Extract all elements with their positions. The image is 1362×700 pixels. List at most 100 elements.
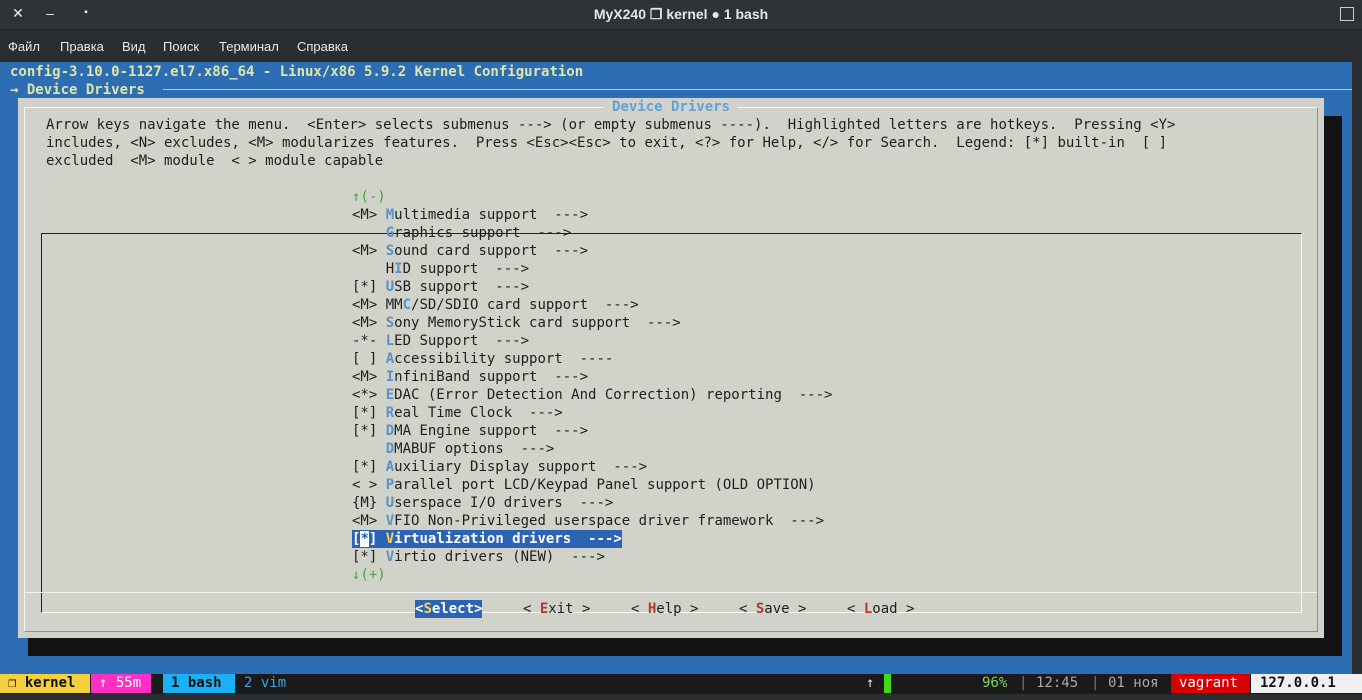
uptime: ↑ 55m <box>91 674 151 693</box>
menu-item[interactable]: DMABUF options ---> <box>352 440 555 458</box>
header-divider <box>163 89 1352 90</box>
item-hotkey: E <box>385 387 395 403</box>
separator: | <box>1019 675 1028 691</box>
menubar: Файл Правка Вид Поиск Терминал Справка <box>0 36 1362 58</box>
item-prefix: <M> <box>352 243 386 259</box>
terminal-scrollbar[interactable] <box>1352 62 1362 674</box>
maximize-icon[interactable] <box>1340 7 1354 21</box>
item-prefix: [*] <box>352 423 386 439</box>
menu-item[interactable]: [*] DMA Engine support ---> <box>352 422 588 440</box>
help-text-line: excluded <M> module < > module capable <box>46 153 384 169</box>
menu-help[interactable]: Справка <box>297 39 348 54</box>
battery-percent: 96% <box>982 675 1008 691</box>
window-tab-vim[interactable]: 2 vim <box>244 674 286 693</box>
item-hotkey: U <box>385 495 395 511</box>
item-prefix: -*- <box>352 333 386 349</box>
item-hotkey: D <box>385 423 395 439</box>
menu-edit[interactable]: Правка <box>60 39 104 54</box>
menu-item[interactable]: <M> Sony MemoryStick card support ---> <box>352 314 681 332</box>
menu-item[interactable]: [*] Real Time Clock ---> <box>352 404 563 422</box>
button-pre: < <box>739 601 756 617</box>
hostname: 127.0.0.1 <box>1251 674 1362 693</box>
item-prefix: [*] <box>352 459 386 475</box>
config-header: config-3.10.0-1127.el7.x86_64 - Linux/x8… <box>10 64 584 80</box>
breadcrumb: → Device Drivers <box>10 82 145 98</box>
item-hotkey: S <box>385 315 395 331</box>
button-post: elect> <box>431 601 483 617</box>
button-post: elp > <box>656 601 699 617</box>
menu-item[interactable]: -*- LED Support ---> <box>352 332 529 350</box>
separator: | <box>1091 675 1100 691</box>
window-tab-active[interactable]: 1 bash <box>163 674 235 693</box>
date: 01 ноя <box>1108 675 1159 691</box>
menu-item[interactable]: [*] USB support ---> <box>352 278 529 296</box>
button-hotkey: S <box>423 601 432 617</box>
item-hotkey: I <box>394 261 403 277</box>
button-pre: < <box>631 601 648 617</box>
menu-item[interactable]: <M> MMC/SD/SDIO card support ---> <box>352 296 639 314</box>
item-label: nfiniBand support ---> <box>394 369 589 385</box>
exit-button[interactable]: < Exit > <box>523 600 590 618</box>
menu-item[interactable]: <*> EDAC (Error Detection And Correction… <box>352 386 832 404</box>
menu-item[interactable]: <M> VFIO Non-Privileged userspace driver… <box>352 512 824 530</box>
button-post: xit > <box>548 601 591 617</box>
item-label: ound card support ---> <box>394 243 589 259</box>
item-label: serspace I/O drivers ---> <box>394 495 614 511</box>
item-prefix: H <box>352 261 395 277</box>
item-label: ony MemoryStick card support ---> <box>394 315 681 331</box>
item-hotkey: L <box>385 333 395 349</box>
load-button[interactable]: < Load > <box>847 600 914 618</box>
menu-item[interactable]: {M} Userspace I/O drivers ---> <box>352 494 613 512</box>
menu-item[interactable]: [ ] Accessibility support ---- <box>352 350 613 368</box>
battery-segment <box>884 674 891 693</box>
help-button[interactable]: < Help > <box>631 600 698 618</box>
menu-file[interactable]: Файл <box>8 39 40 54</box>
menu-search[interactable]: Поиск <box>163 39 199 54</box>
menu-item[interactable]: [*] Virtio drivers (NEW) ---> <box>352 548 605 566</box>
item-label: ED Support ---> <box>394 333 530 349</box>
menu-item[interactable]: Graphics support ---> <box>352 224 571 242</box>
menu-list[interactable] <box>41 233 1302 613</box>
item-hotkey: P <box>385 477 395 493</box>
scroll-down-indicator: ↓(+) <box>352 566 386 584</box>
menu-item[interactable]: <M> Sound card support ---> <box>352 242 588 260</box>
username: vagrant <box>1171 674 1250 693</box>
item-hotkey: M <box>385 207 395 223</box>
item-prefix: < > <box>352 477 386 493</box>
window-bottom <box>0 694 1362 700</box>
item-label: raphics support ---> <box>394 225 572 241</box>
menu-view[interactable]: Вид <box>122 39 146 54</box>
item-label: MABUF options ---> <box>394 441 555 457</box>
menu-item[interactable]: HID support ---> <box>352 260 529 278</box>
menu-item[interactable]: [*] Auxiliary Display support ---> <box>352 458 647 476</box>
dialog-title-text: Device Drivers <box>603 99 738 115</box>
item-label: /SD/SDIO card support ---> <box>411 297 639 313</box>
menu-item[interactable]: <M> Multimedia support ---> <box>352 206 588 224</box>
window-title: MyX240 ❐ kernel ● 1 bash <box>593 6 769 22</box>
select-button[interactable]: <Select> <box>415 600 483 618</box>
terminal-area[interactable]: config-3.10.0-1127.el7.x86_64 - Linux/x8… <box>0 62 1352 674</box>
help-text-line: includes, <N> excludes, <M> modularizes … <box>46 135 1168 151</box>
menu-item-selected[interactable]: [*] Virtualization drivers ---> <box>352 530 622 548</box>
menu-item[interactable]: < > Parallel port LCD/Keypad Panel suppo… <box>352 476 816 494</box>
item-label: DAC (Error Detection And Correction) rep… <box>394 387 833 403</box>
menu-item[interactable]: <M> InfiniBand support ---> <box>352 368 588 386</box>
help-text-line: Arrow keys navigate the menu. <Enter> se… <box>46 117 1176 133</box>
item-hotkey: I <box>385 369 395 385</box>
clock-time: 12:45 <box>1036 675 1079 691</box>
item-prefix <box>352 441 386 457</box>
item-prefix: <M> <box>352 315 386 331</box>
item-prefix: <M> <box>352 207 386 223</box>
item-hotkey: V <box>385 513 395 529</box>
dialog-title: Device Drivers <box>18 98 1324 116</box>
menu-terminal[interactable]: Терминал <box>219 39 279 54</box>
item-hotkey: D <box>385 441 395 457</box>
save-button[interactable]: < Save > <box>739 600 806 618</box>
scroll-up-indicator: ↑(-) <box>352 188 386 206</box>
item-prefix: <*> <box>352 387 386 403</box>
item-prefix: [*] <box>352 279 386 295</box>
item-label: arallel port LCD/Keypad Panel support (O… <box>394 477 816 493</box>
item-prefix: [ ] <box>352 351 386 367</box>
session-name: ❐ kernel <box>0 674 90 693</box>
button-post: ave > <box>764 601 807 617</box>
